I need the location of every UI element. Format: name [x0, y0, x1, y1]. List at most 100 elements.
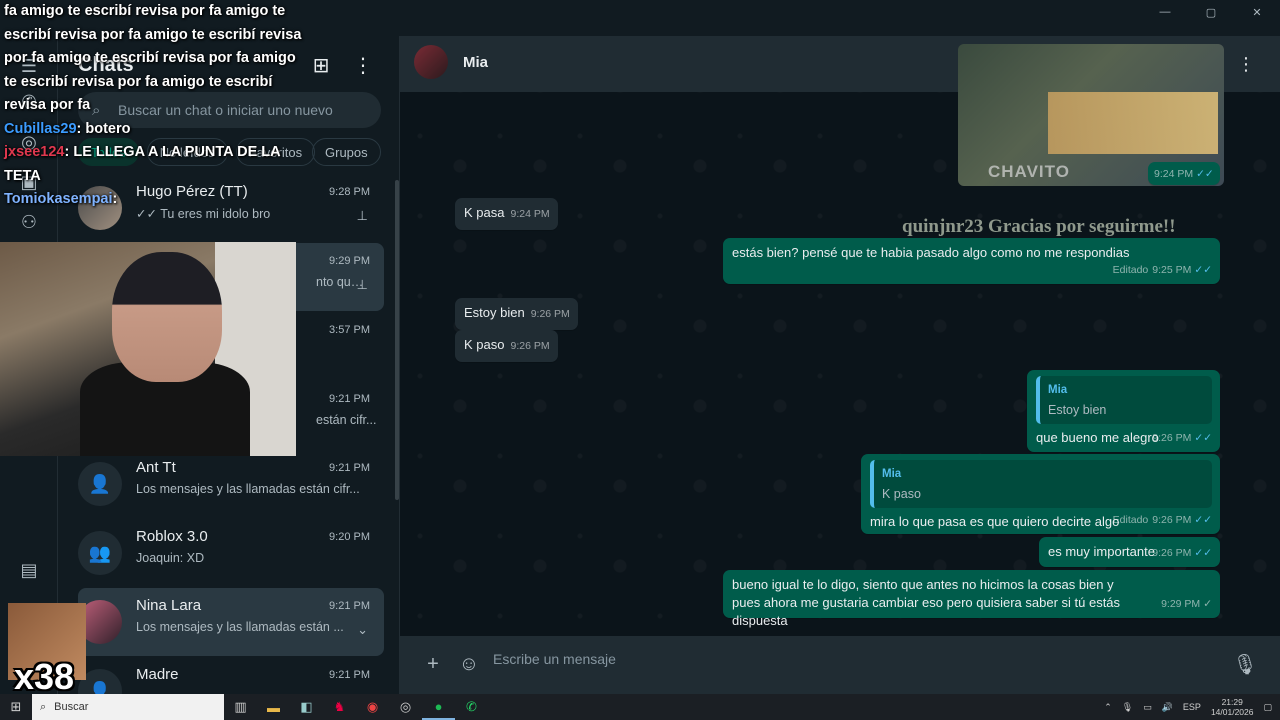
clock[interactable]: 21:29 14/01/2026	[1211, 697, 1254, 717]
volume-icon[interactable]: 🔊	[1162, 702, 1173, 713]
webcam-overlay	[0, 242, 296, 456]
language-indicator[interactable]: ESP	[1183, 702, 1201, 712]
user-icon: 👤	[88, 680, 112, 695]
taskbar-search[interactable]: ⌕ Buscar	[32, 694, 224, 720]
message-meta: 9:29 PM ✓	[1161, 598, 1212, 610]
window-controls: — ▢ ✕	[1142, 0, 1280, 24]
message-in[interactable]: K paso 9:26 PM	[455, 330, 558, 362]
message-out[interactable]: estás bien? pensé que te habia pasado al…	[723, 238, 1220, 284]
message-in[interactable]: K pasa 9:24 PM	[455, 198, 558, 230]
message-text: estás bien? pensé que te habia pasado al…	[732, 245, 1130, 260]
windows-start-icon[interactable]: ⊞	[0, 694, 32, 720]
chat-preview: Joaquin: XD	[136, 551, 205, 565]
message-text: bueno igual te lo digo, siento que antes…	[732, 577, 1121, 628]
chat-name: Roblox 3.0	[136, 528, 208, 545]
chat-item[interactable]: 👤 Madre 9:21 PM	[78, 657, 384, 694]
more-options-icon[interactable]: ⋮	[350, 52, 376, 78]
microphone-icon[interactable]: 🎙	[1122, 702, 1133, 713]
group-icon: 👥	[88, 542, 112, 563]
media-icon[interactable]: ▤	[17, 558, 41, 582]
message-text: que bueno me alegro	[1036, 430, 1159, 445]
obs-icon[interactable]: ◎	[389, 694, 422, 720]
chat-name: Ant Tt	[136, 459, 176, 476]
message-time: 9:26 PM	[510, 340, 550, 352]
close-button[interactable]: ✕	[1234, 0, 1280, 24]
message-time: 9:24 PM	[510, 208, 550, 220]
chat-time: 3:57 PM	[329, 324, 370, 336]
chat-item[interactable]: 👥 Roblox 3.0 9:20 PM Joaquin: XD	[78, 519, 384, 587]
message-time: 9:26 PM	[530, 308, 570, 320]
stream-chat-overlay: fa amigo te escribí revisa por fa amigo …	[4, 0, 314, 212]
message-input[interactable]: Escribe un mensaje	[493, 651, 616, 667]
overlay-message: Cubillas29: botero	[4, 120, 131, 137]
contact-avatar[interactable]	[414, 45, 448, 79]
task-view-icon[interactable]: ▥	[224, 694, 257, 720]
chat-preview: están cifr...	[316, 413, 377, 427]
chat-time: 9:21 PM	[329, 393, 370, 405]
message-out[interactable]: es muy importante 9:26 PM ✓✓	[1039, 537, 1220, 567]
media-image	[1048, 92, 1218, 154]
message-text: es muy importante	[1048, 544, 1155, 559]
message-text: K paso	[464, 337, 505, 352]
chat-item[interactable]: Nina Lara 9:21 PM Los mensajes y las lla…	[78, 588, 384, 656]
quoted-message[interactable]: Mia Estoy bien	[1036, 376, 1212, 424]
notifications-icon[interactable]: ▢	[1263, 702, 1272, 713]
spotify-icon[interactable]: ●	[422, 694, 455, 720]
whatsapp-icon[interactable]: ✆	[455, 694, 488, 720]
quoted-message[interactable]: Mia K paso	[870, 460, 1212, 508]
taskbar: ⊞ ⌕ Buscar ▥ ▬ ◧ ♞ ◉ ◎ ● ✆ ⌃ 🎙 ▭ 🔊 ESP 21…	[0, 694, 1280, 720]
message-out[interactable]: Mia Estoy bien que bueno me alegro 9:26 …	[1027, 370, 1220, 452]
read-ticks-icon: ✓✓	[1194, 547, 1212, 559]
overlay-message: jxsee124: LE LLEGA A LA PUNTA DE LA TETA	[4, 144, 281, 184]
avatar: 👤	[78, 462, 122, 506]
chat-preview: Los mensajes y las llamadas están cifr..…	[136, 482, 360, 496]
message-text: Estoy bien	[464, 305, 525, 320]
store-icon[interactable]: ◧	[290, 694, 323, 720]
contact-name[interactable]: Mia	[463, 54, 488, 71]
more-options-icon[interactable]: ⋮	[1234, 52, 1258, 76]
media-timestamp: 9:24 PM ✓✓	[1148, 162, 1220, 185]
overlay-line: por fa amigo te escribí revisa por fa am…	[4, 50, 296, 66]
media-caption: CHAVITO	[988, 162, 1070, 181]
emote-counter: x38	[14, 656, 75, 697]
message-text: mira lo que pasa es que quiero decirte a…	[870, 514, 1120, 529]
file-explorer-icon[interactable]: ▬	[257, 694, 290, 720]
message-out[interactable]: Mia K paso mira lo que pasa es que quier…	[861, 454, 1220, 534]
emoji-icon[interactable]: ☺	[457, 652, 481, 676]
chat-list-scrollbar[interactable]	[395, 180, 399, 500]
read-ticks-icon: ✓✓	[1194, 432, 1212, 444]
chrome-icon[interactable]: ◉	[356, 694, 389, 720]
overlay-line: fa amigo te escribí revisa por fa amigo …	[4, 3, 286, 19]
chat-name: Nina Lara	[136, 597, 202, 614]
read-ticks-icon: ✓✓	[1194, 264, 1212, 276]
chevron-up-icon[interactable]: ⌃	[1104, 702, 1112, 713]
screen: — ▢ ✕ ☰ ✆ ◎ ▣ ⚇ ▤ Chats ⊞ ⋮ ⌕ Buscar un …	[0, 0, 1280, 720]
chat-time: 9:21 PM	[329, 600, 370, 612]
maximize-button[interactable]: ▢	[1188, 0, 1234, 24]
pin-icon: ⊥	[356, 277, 368, 292]
conversation-pane: Mia ▭ ✆ ⌕ ⋮ CHAVITO 9:24 PM✓✓ quinjnr23 …	[400, 36, 1280, 694]
chevron-down-icon[interactable]: ⌄	[357, 622, 368, 638]
chat-preview: Los mensajes y las llamadas están ...	[136, 620, 344, 634]
filter-grupos[interactable]: Grupos	[312, 138, 381, 166]
chat-time: 9:21 PM	[329, 669, 370, 681]
media-message[interactable]: CHAVITO 9:24 PM ✓✓	[958, 44, 1224, 186]
chat-name: Madre	[136, 666, 179, 683]
network-icon[interactable]: ▭	[1143, 702, 1152, 713]
read-ticks-icon: ✓✓	[1194, 514, 1212, 526]
minimize-button[interactable]: —	[1142, 0, 1188, 24]
message-in[interactable]: Estoy bien 9:26 PM	[455, 298, 578, 330]
overlay-line: te escribí revisa por fa amigo te escrib…	[4, 73, 273, 90]
microphone-icon[interactable]: 🎙	[1232, 652, 1257, 676]
attach-icon[interactable]: +	[421, 652, 445, 676]
chat-item[interactable]: 👤 Ant Tt 9:21 PM Los mensajes y las llam…	[78, 450, 384, 518]
follow-overlay: quinjnr23 Gracias por seguirme!!	[902, 216, 1176, 237]
game-icon[interactable]: ♞	[323, 694, 356, 720]
message-out[interactable]: bueno igual te lo digo, siento que antes…	[723, 570, 1220, 628]
chat-time: 9:29 PM	[329, 255, 370, 267]
communities-icon[interactable]: ⚇	[17, 210, 41, 234]
user-icon: 👤	[88, 473, 112, 494]
pin-icon: ⊥	[356, 208, 368, 223]
message-meta: 9:26 PM ✓✓	[1152, 547, 1212, 559]
chat-time: 9:20 PM	[329, 531, 370, 543]
